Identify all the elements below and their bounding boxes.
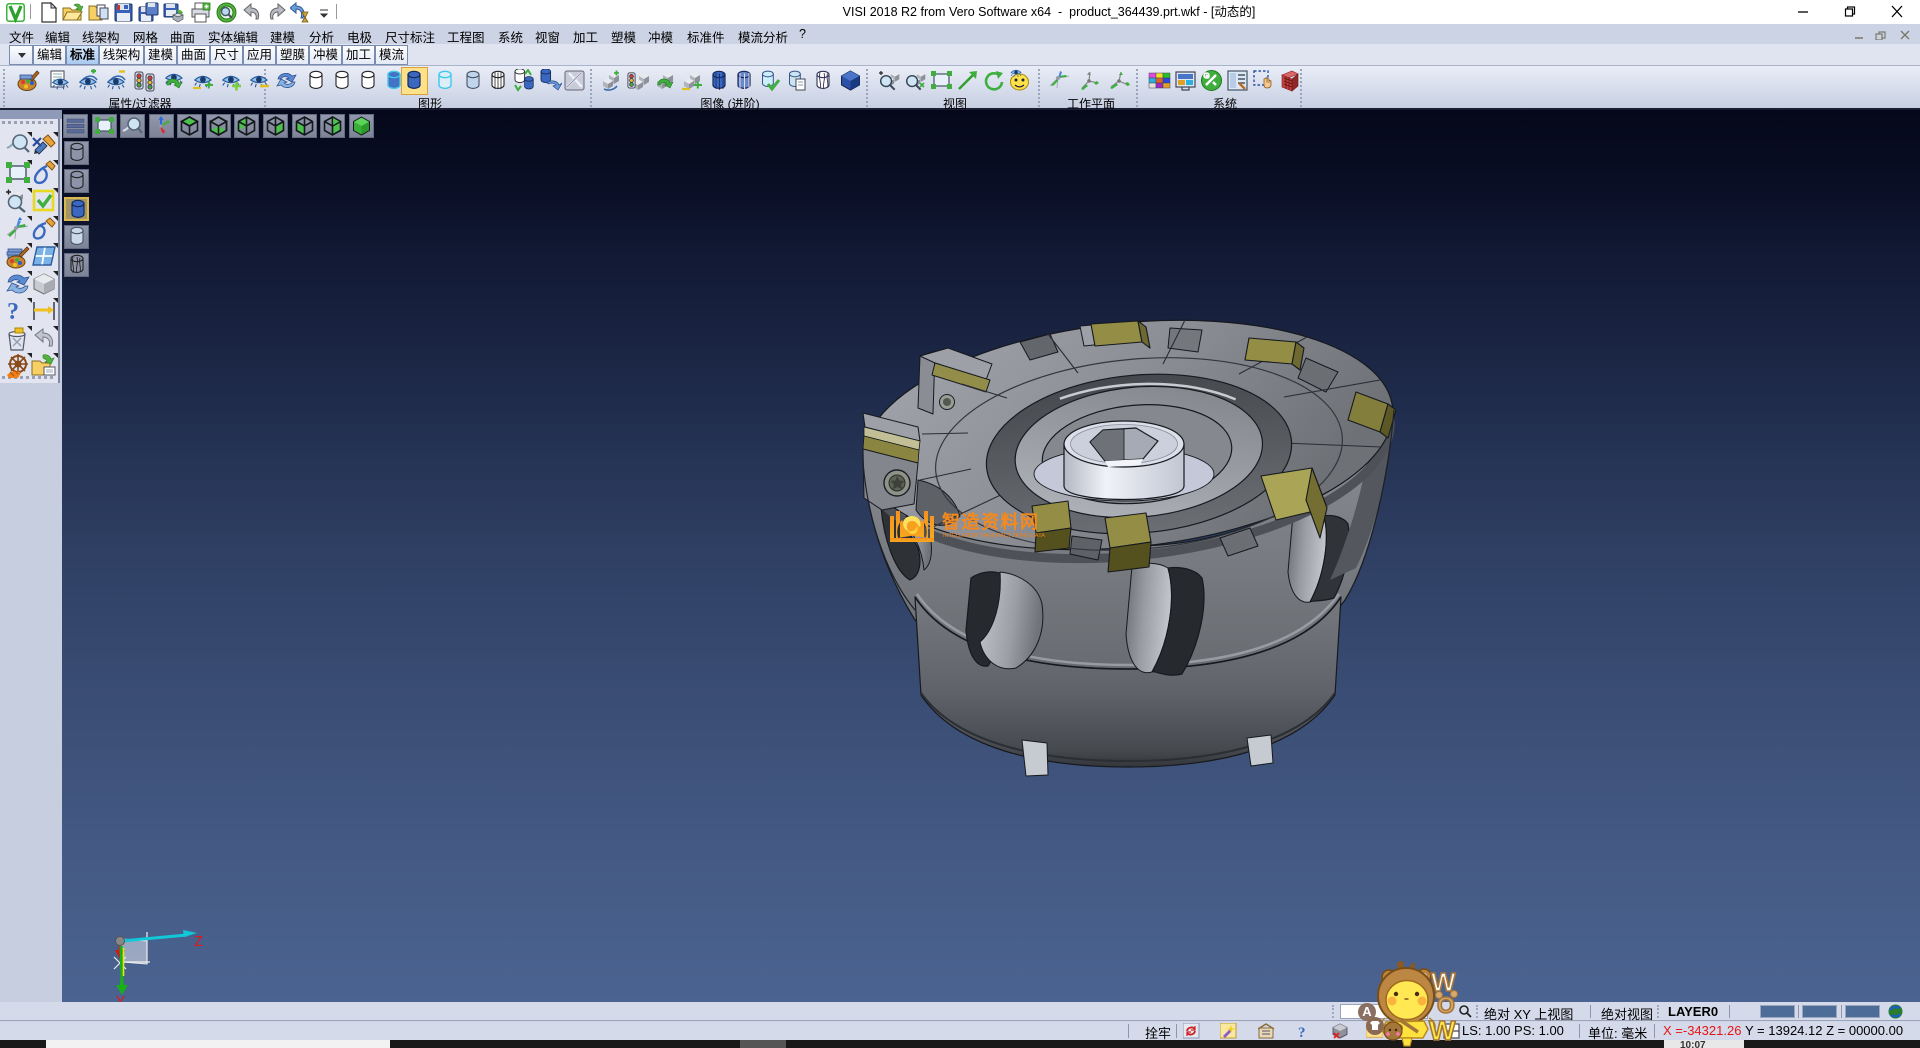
svg-text:智造资料网: 智造资料网 bbox=[942, 511, 1040, 532]
svg-text:INTELLIGENT MANUFACTURING DATA: INTELLIGENT MANUFACTURING DATA bbox=[943, 533, 1045, 539]
svg-text:?: ? bbox=[1298, 1025, 1306, 1039]
svg-text:W: W bbox=[1429, 1015, 1456, 1046]
svg-text:Z: Z bbox=[194, 934, 203, 951]
